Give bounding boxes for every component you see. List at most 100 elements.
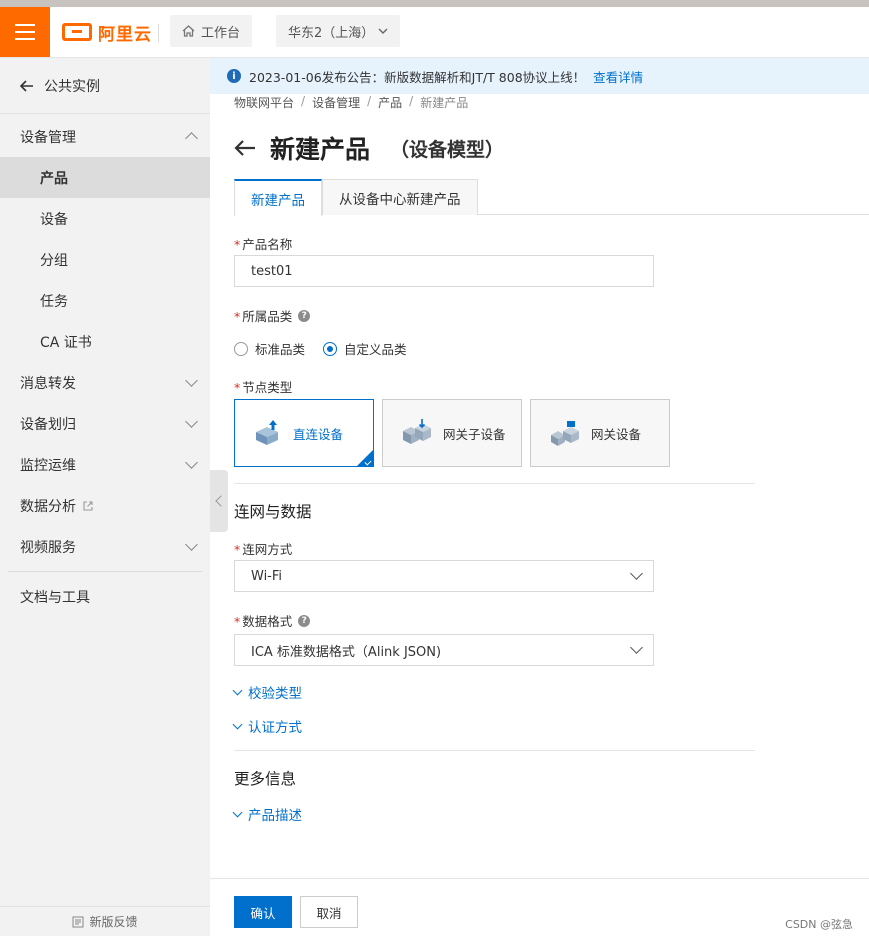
label-text: 连网方式 <box>242 542 293 557</box>
node-card-gateway-subdevice[interactable]: 网关子设备 <box>382 399 522 467</box>
card-label: 网关子设备 <box>443 426 506 442</box>
sidebar-group-video-service[interactable]: 视频服务 <box>0 526 210 567</box>
confirm-button[interactable]: 确认 <box>234 896 292 928</box>
radio-circle[interactable] <box>234 341 248 356</box>
chevron-down-icon <box>185 373 198 387</box>
logo-text: 阿里云 <box>98 24 152 45</box>
region-selector[interactable]: 华东2（上海） <box>276 15 400 47</box>
card-label: 直连设备 <box>293 426 344 442</box>
menu-icon[interactable] <box>0 7 50 57</box>
sidebar-group-message-forwarding[interactable]: 消息转发 <box>0 362 210 403</box>
sidebar-group-device-management[interactable]: 设备管理 <box>0 116 210 157</box>
sidebar-item-task[interactable]: 任务 <box>0 280 210 321</box>
sidebar-item-device[interactable]: 设备 <box>0 198 210 239</box>
breadcrumb-item[interactable]: 产品 <box>378 94 402 111</box>
tab-bar: 新建产品 从设备中心新建产品 <box>234 179 869 216</box>
region-label: 华东2（上海） <box>288 25 375 41</box>
cancel-button[interactable]: 取消 <box>300 896 358 928</box>
sidebar-item-ca-cert[interactable]: CA 证书 <box>0 321 210 362</box>
category-label: * 所属品类 ? <box>234 306 311 325</box>
aliyun-logo[interactable]: 阿里云 <box>62 20 152 45</box>
sidebar-item-product[interactable]: 产品 <box>0 157 210 198</box>
gateway-subdevice-icon <box>403 419 431 444</box>
auth-method-toggle[interactable]: 认证方式 <box>232 716 302 736</box>
required-mark: * <box>234 237 241 252</box>
breadcrumb-item[interactable]: 物联网平台 <box>234 94 294 111</box>
feedback-button[interactable]: 新版反馈 <box>0 906 210 936</box>
select-value: ICA 标准数据格式（Alink JSON) <box>251 644 442 660</box>
toggle-label: 认证方式 <box>248 720 302 736</box>
chevron-down-icon <box>232 719 243 729</box>
page-subtitle: （设备模型） <box>390 138 505 161</box>
label-text: 节点类型 <box>242 380 293 395</box>
chevron-down-icon <box>232 807 243 817</box>
network-method-select[interactable]: Wi-Fi <box>234 560 654 592</box>
chevron-up-icon <box>185 132 198 145</box>
node-type-cards: 直连设备 网关子设备 网关设备 <box>234 399 670 467</box>
sidebar: 公共实例 设备管理 产品 设备 分组 任务 CA 证书 消息转发 设备划归 监控… <box>0 58 210 936</box>
product-name-input[interactable]: test01 <box>234 255 654 287</box>
help-icon[interactable]: ? <box>298 614 311 627</box>
sidebar-item-group[interactable]: 分组 <box>0 239 210 280</box>
node-card-direct-device[interactable]: 直连设备 <box>234 399 374 467</box>
chevron-left-icon <box>214 495 227 507</box>
required-mark: * <box>234 542 241 557</box>
node-card-gateway-device[interactable]: 网关设备 <box>530 399 670 467</box>
help-icon[interactable]: ? <box>298 309 311 322</box>
network-section-title: 连网与数据 <box>234 503 312 521</box>
gateway-device-icon <box>551 421 579 446</box>
label-text: 所属品类 <box>242 309 293 324</box>
section-divider <box>234 750 755 751</box>
tab-new-product[interactable]: 新建产品 <box>234 179 322 216</box>
tab-from-device-center[interactable]: 从设备中心新建产品 <box>322 179 478 215</box>
sidebar-group-device-assignment[interactable]: 设备划归 <box>0 403 210 444</box>
back-to-public-instance[interactable]: 公共实例 <box>0 58 210 114</box>
logo-divider <box>158 24 159 42</box>
announcement-banner: i 2023-01-06发布公告：新版数据解析和JT/T 808协议上线！ 查看… <box>210 58 869 94</box>
sidebar-group-label: 视频服务 <box>20 539 76 556</box>
breadcrumb-item[interactable]: 设备管理 <box>312 94 360 111</box>
chevron-down-icon <box>185 414 198 428</box>
form-footer: 确认 取消 CSDN @弦急 <box>210 878 869 936</box>
sidebar-item-label: 任务 <box>40 293 68 310</box>
workbench-label: 工作台 <box>201 25 241 41</box>
sidebar-group-label: 设备管理 <box>20 129 76 146</box>
category-radio-group: 标准品类 自定义品类 <box>234 339 407 358</box>
back-arrow-icon[interactable] <box>234 139 256 157</box>
breadcrumb-separator: / <box>301 94 306 108</box>
sidebar-group-label: 数据分析 <box>20 498 76 515</box>
required-mark: * <box>234 380 241 395</box>
workbench-button[interactable]: 工作台 <box>170 15 253 47</box>
radio-standard-category[interactable]: 标准品类 <box>234 339 305 358</box>
verify-type-toggle[interactable]: 校验类型 <box>232 682 302 702</box>
required-mark: * <box>234 309 241 324</box>
external-link-icon <box>83 500 93 511</box>
network-method-label: * 连网方式 <box>234 539 292 558</box>
sidebar-group-monitoring[interactable]: 监控运维 <box>0 444 210 485</box>
sidebar-group-label: 监控运维 <box>20 457 76 474</box>
chevron-down-icon <box>630 567 643 580</box>
sidebar-group-docs-tools[interactable]: 文档与工具 <box>0 576 210 617</box>
info-icon: i <box>227 69 241 83</box>
announcement-link[interactable]: 查看详情 <box>593 67 643 86</box>
chevron-down-icon <box>185 455 198 469</box>
feedback-icon <box>72 916 84 927</box>
breadcrumb-separator: / <box>367 94 372 108</box>
sidebar-group-label: 文档与工具 <box>20 589 90 606</box>
radio-custom-category[interactable]: 自定义品类 <box>323 339 407 358</box>
data-format-select[interactable]: ICA 标准数据格式（Alink JSON) <box>234 634 654 666</box>
sidebar-item-label: 设备 <box>40 211 68 228</box>
sidebar-group-label: 设备划归 <box>20 416 76 433</box>
product-desc-toggle[interactable]: 产品描述 <box>232 804 302 824</box>
radio-label: 标准品类 <box>255 342 306 357</box>
data-format-label: * 数据格式 ? <box>234 611 311 630</box>
radio-circle[interactable] <box>323 341 338 356</box>
sidebar-group-data-analysis[interactable]: 数据分析 <box>0 485 210 526</box>
breadcrumb: 物联网平台 / 设备管理 / 产品 / 新建产品 <box>234 94 468 111</box>
sidebar-collapse-handle[interactable] <box>210 470 228 532</box>
radio-label: 自定义品类 <box>344 342 407 357</box>
back-label: 公共实例 <box>44 78 100 95</box>
announcement-text: 2023-01-06发布公告：新版数据解析和JT/T 808协议上线！ <box>249 69 586 85</box>
arrow-left-icon <box>20 79 33 92</box>
chevron-down-icon <box>185 537 198 551</box>
